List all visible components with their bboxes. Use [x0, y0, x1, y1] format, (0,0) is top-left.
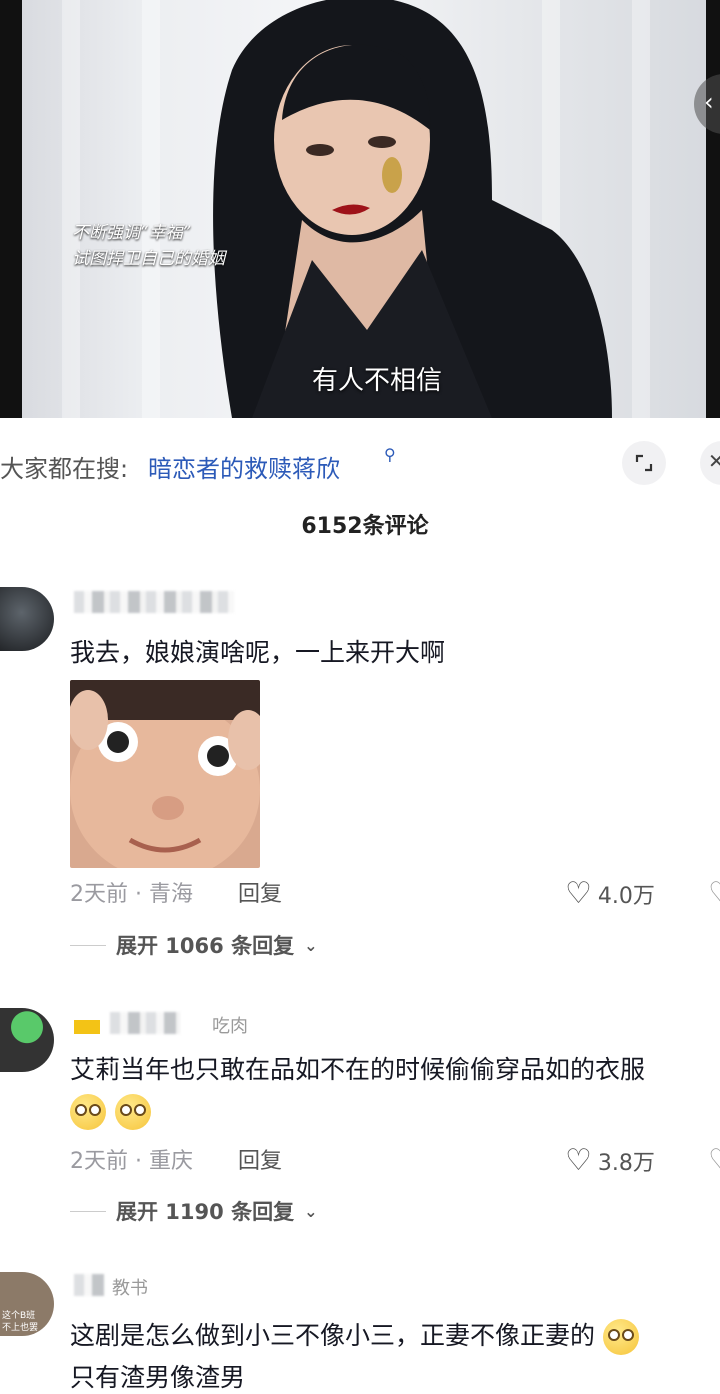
comment-meta: 2天前 · 青海: [70, 882, 193, 907]
like-button[interactable]: ♡ 4.0万: [565, 876, 655, 911]
username-blurred[interactable]: [74, 591, 234, 613]
video-frame: 不断强调“幸福” 试图捍卫自己的婚姻 有人不相信: [22, 0, 706, 418]
search-suggestion[interactable]: 大家都在搜: 暗恋者的救赎蒋欣 ⚲: [0, 445, 720, 485]
avatar[interactable]: [0, 587, 54, 651]
smirk-face-icon: [602, 1319, 639, 1355]
like-count: 3.8万: [597, 1150, 655, 1176]
chevron-down-icon: ⌄: [304, 1201, 318, 1221]
comment-text: 我去，娘娘演啥呢，一上来开大啊: [70, 638, 446, 667]
comment-text: 这剧是怎么做到小三不像小三，正妻不像正妻的: [70, 1316, 639, 1355]
avatar[interactable]: [0, 1008, 54, 1072]
dislike-icon[interactable]: ♡: [708, 876, 720, 911]
username[interactable]: 吃肉: [212, 1012, 248, 1037]
dislike-icon[interactable]: ♡: [708, 1143, 720, 1178]
username[interactable]: 教书: [112, 1274, 148, 1299]
expand-replies-label: 展开 1066 条回复: [116, 934, 295, 958]
video-subtitle: 有人不相信: [312, 366, 443, 396]
search-icon: ⚲: [384, 445, 396, 464]
comment-text: 艾莉当年也只敢在品如不在的时候偷偷穿品如的衣服: [70, 1055, 646, 1084]
actress-figure: [213, 0, 612, 418]
chevron-down-icon: ⌄: [304, 935, 318, 955]
avatar[interactable]: 这个B班 不上也罢: [0, 1272, 54, 1336]
expand-replies-button[interactable]: 展开 1066 条回复 ⌄: [70, 930, 317, 960]
search-prefix: 大家都在搜:: [0, 455, 129, 483]
emoji-row: [70, 1094, 152, 1130]
video-player[interactable]: 不断强调“幸福” 试图捍卫自己的婚姻 有人不相信 ‹: [0, 0, 720, 418]
reply-button[interactable]: 回复: [238, 1143, 282, 1175]
username-blurred[interactable]: [74, 1274, 104, 1296]
divider: [70, 944, 106, 946]
close-icon: ✕: [708, 449, 720, 473]
comment-sticker-image[interactable]: [70, 680, 260, 868]
username-blurred[interactable]: [110, 1012, 180, 1034]
heart-icon: ♡: [565, 1143, 592, 1178]
chevron-left-icon: ‹: [704, 88, 714, 116]
expand-icon: [635, 454, 653, 472]
heart-icon: ♡: [565, 876, 592, 911]
user-badge: [74, 1020, 100, 1034]
video-caption: 不断强调“幸福” 试图捍卫自己的婚姻: [72, 223, 225, 269]
like-button[interactable]: ♡ 3.8万: [565, 1143, 655, 1178]
expand-replies-label: 展开 1190 条回复: [116, 1200, 295, 1224]
pleading-face-icon: [70, 1094, 106, 1130]
search-term-link[interactable]: 暗恋者的救赎蒋欣: [148, 449, 340, 484]
comment-meta: 2天前 · 重庆: [70, 1149, 193, 1174]
pleading-face-icon: [115, 1094, 152, 1130]
like-count: 4.0万: [597, 883, 655, 909]
divider: [70, 1210, 106, 1212]
fullscreen-button[interactable]: [622, 441, 666, 485]
expand-replies-button[interactable]: 展开 1190 条回复 ⌄: [70, 1196, 317, 1226]
reply-button[interactable]: 回复: [238, 876, 282, 908]
comment-text-line2: 只有渣男像渣男: [70, 1363, 246, 1392]
comment-count: 6152条评论: [301, 514, 429, 539]
